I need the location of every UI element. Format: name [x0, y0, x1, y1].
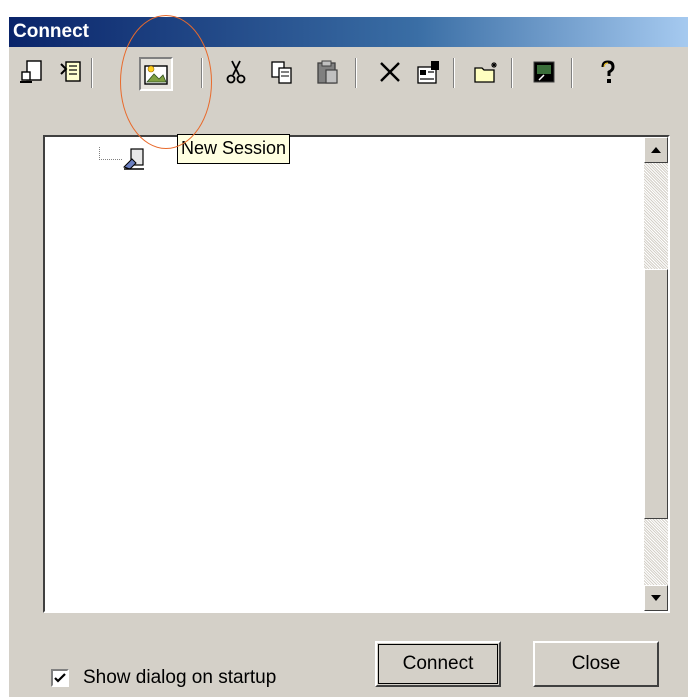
toolbar-separator — [571, 58, 573, 88]
toolbar — [9, 49, 688, 95]
quick-connect-icon — [60, 61, 81, 82]
delete-button[interactable] — [373, 55, 407, 89]
connect-session-icon — [20, 60, 42, 83]
toolbar-separator — [201, 58, 203, 88]
arrow-down-icon — [651, 595, 661, 601]
paste-button[interactable] — [311, 55, 345, 89]
cut-button[interactable] — [219, 55, 253, 89]
cut-icon — [226, 60, 246, 84]
properties-button[interactable] — [411, 55, 445, 89]
window-title: Connect — [13, 21, 89, 42]
toolbar-separator — [453, 58, 455, 88]
scroll-up-button[interactable] — [644, 137, 668, 163]
properties-icon — [417, 61, 439, 84]
show-dialog-label: Show dialog on startup — [83, 667, 277, 688]
new-folder-button[interactable] — [469, 55, 503, 89]
help-button[interactable] — [591, 55, 625, 89]
toolbar-separator — [355, 58, 357, 88]
show-dialog-option[interactable]: Show dialog on startup — [51, 667, 276, 689]
tree-item[interactable] — [99, 146, 152, 171]
paste-icon — [317, 60, 338, 84]
new-session-icon — [144, 65, 168, 85]
help-icon — [601, 60, 615, 83]
delete-icon — [380, 62, 400, 82]
title-bar[interactable]: Connect — [9, 17, 688, 47]
close-button-label: Close — [571, 653, 621, 674]
tooltip: New Session — [177, 134, 291, 164]
scroll-down-button[interactable] — [644, 585, 668, 611]
checkmark-icon — [54, 673, 66, 683]
close-button[interactable]: Close — [533, 641, 659, 687]
copy-icon — [271, 61, 292, 84]
session-tree[interactable] — [43, 135, 670, 613]
quick-connect-button[interactable] — [53, 55, 87, 89]
new-session-button[interactable] — [139, 57, 173, 91]
toolbar-separator — [511, 58, 513, 88]
terminal-shortcut-icon — [533, 61, 555, 83]
tooltip-text: New Session — [181, 138, 287, 158]
toolbar-separator — [91, 58, 93, 88]
connect-session-button[interactable] — [15, 55, 49, 89]
show-dialog-checkbox[interactable] — [51, 669, 69, 687]
new-folder-icon — [474, 62, 497, 83]
vertical-scrollbar[interactable] — [644, 137, 668, 611]
terminal-shortcut-button[interactable] — [527, 55, 561, 89]
tree-connector — [99, 146, 122, 160]
scroll-thumb[interactable] — [644, 269, 668, 519]
arrow-up-icon — [651, 147, 661, 153]
session-icon — [123, 148, 144, 170]
connect-button[interactable]: Connect — [375, 641, 501, 687]
connect-dialog: Connect Show dialog on startup Connect C… — [8, 16, 688, 697]
connect-button-label: Connect — [402, 653, 474, 674]
copy-button[interactable] — [265, 55, 299, 89]
